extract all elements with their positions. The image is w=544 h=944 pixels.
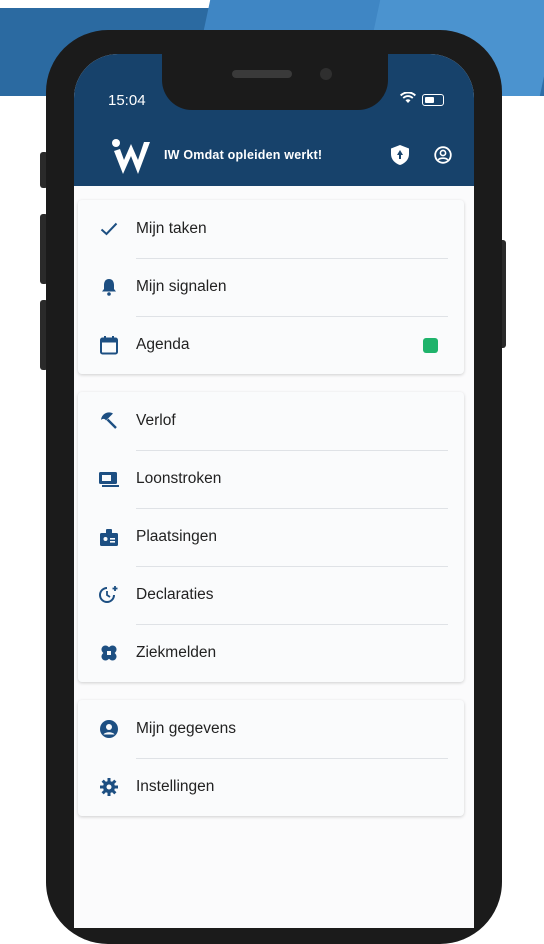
bell-icon <box>98 276 120 298</box>
menu-item-label: Agenda <box>136 336 190 353</box>
shield-icon[interactable] <box>390 144 410 166</box>
camera <box>320 68 332 80</box>
account-icon[interactable] <box>434 146 452 164</box>
menu-item-agenda[interactable]: Agenda <box>78 316 464 374</box>
umbrella-icon <box>98 410 120 432</box>
menu-item-mijn-taken[interactable]: Mijn taken <box>78 200 464 258</box>
menu-item-loonstroken[interactable]: Loonstroken <box>78 450 464 508</box>
check-icon <box>98 218 120 240</box>
menu-item-label: Ziekmelden <box>136 644 217 661</box>
battery-icon <box>422 93 444 106</box>
menu-section-personal: Mijn taken Mijn signalen Agenda <box>78 200 464 374</box>
menu-item-declaraties[interactable]: Declaraties <box>78 566 464 624</box>
menu-item-label: Instellingen <box>136 778 215 795</box>
notch <box>162 54 388 110</box>
gear-icon <box>98 776 120 798</box>
clock-plus-icon <box>98 584 120 606</box>
menu-item-label: Verlof <box>136 412 176 429</box>
status-indicators <box>400 91 444 107</box>
phone-frame: 15:04 IW Omdat opleiden werkt! Mijn take… <box>46 30 502 944</box>
speaker <box>232 70 292 78</box>
agenda-status-indicator <box>423 337 438 353</box>
menu-item-label: Mijn signalen <box>136 278 227 295</box>
menu-item-verlof[interactable]: Verlof <box>78 392 464 450</box>
screen: 15:04 IW Omdat opleiden werkt! Mijn take… <box>74 54 474 928</box>
menu-item-label: Mijn gegevens <box>136 720 236 737</box>
menu-item-label: Mijn taken <box>136 220 207 237</box>
status-time: 15:04 <box>108 92 146 109</box>
menu-item-plaatsingen[interactable]: Plaatsingen <box>78 508 464 566</box>
menu-item-mijn-gegevens[interactable]: Mijn gegevens <box>78 700 464 758</box>
iw-logo-icon[interactable] <box>110 136 162 176</box>
menu-item-label: Plaatsingen <box>136 528 218 545</box>
wifi-icon <box>400 91 416 107</box>
payslip-icon <box>98 468 120 490</box>
menu-item-instellingen[interactable]: Instellingen <box>78 758 464 816</box>
menu-section-work: Verlof Loonstroken Plaatsingen Declarati… <box>78 392 464 682</box>
menu-item-ziekmelden[interactable]: Ziekmelden <box>78 624 464 682</box>
account-circle-icon <box>98 718 120 740</box>
menu-item-label: Declaraties <box>136 586 214 603</box>
brand-tagline: IW Omdat opleiden werkt! <box>164 148 323 162</box>
menu-item-mijn-signalen[interactable]: Mijn signalen <box>78 258 464 316</box>
badge-icon <box>98 526 120 548</box>
bandage-icon <box>98 642 120 664</box>
menu-item-label: Loonstroken <box>136 470 222 487</box>
menu-section-account: Mijn gegevens Instellingen <box>78 700 464 816</box>
calendar-icon <box>98 334 120 356</box>
